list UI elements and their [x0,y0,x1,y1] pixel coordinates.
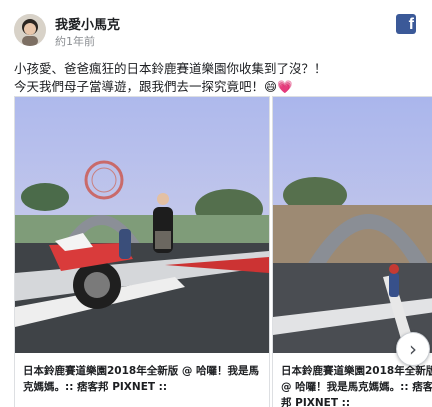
link-carousel: 日本鈴鹿賽道樂園2018年全新版 @ 哈囉！我是馬克媽媽。:: 痞客邦 PIXN… [0,96,432,407]
facebook-icon[interactable]: f [396,14,416,34]
post-text: 小孩愛、爸爸瘋狂的日本鈴鹿賽道樂園你收集到了沒？！ 今天我們母子當導遊，跟我們去… [14,60,424,96]
post-text-line: 今天我們母子當導遊，跟我們去一探究竟吧！😄💗 [14,79,293,94]
carousel-card[interactable]: 日本鈴鹿賽道樂園2018年全新版 @ 哈囉！我是馬克媽媽。:: 痞客邦 PIXN… [14,96,270,407]
chevron-right-icon[interactable]: › [396,332,430,366]
card-photo [273,97,432,353]
card-caption[interactable]: 日本鈴鹿賽道樂園2018年全新版 @ 哈囉！我是馬克媽媽。:: 痞客邦 PIXN… [23,363,263,395]
avatar[interactable] [14,14,46,46]
card-caption[interactable]: 日本鈴鹿賽道樂園2018年全新版 @ 哈囉！我是馬克媽媽。:: 痞客邦 PIXN… [281,363,432,407]
post-timestamp[interactable]: 約1年前 [55,33,95,49]
card-photo [15,97,269,353]
author-name[interactable]: 我愛小馬克 [55,14,120,33]
post-text-line: 小孩愛、爸爸瘋狂的日本鈴鹿賽道樂園你收集到了沒？！ [14,61,327,76]
facebook-post: 我愛小馬克 約1年前 f 小孩愛、爸爸瘋狂的日本鈴鹿賽道樂園你收集到了沒？！ 今… [0,0,432,407]
